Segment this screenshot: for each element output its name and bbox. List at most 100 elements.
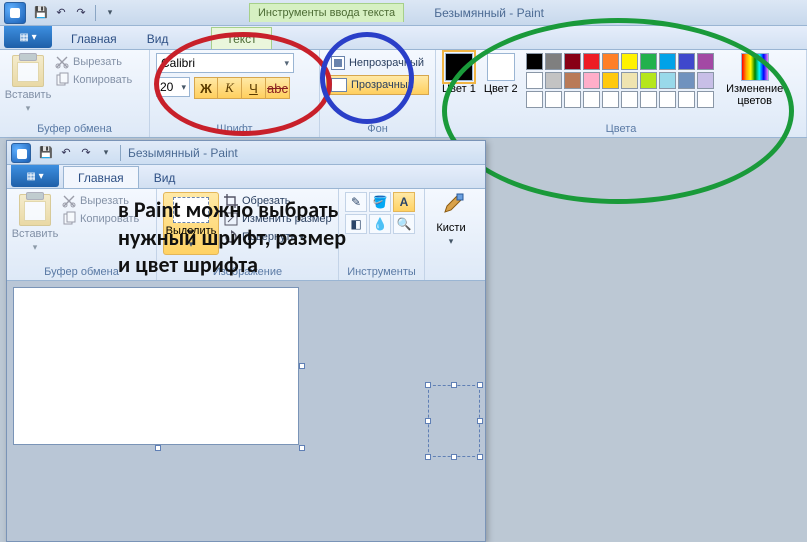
font-size-value: 20: [160, 80, 173, 94]
palette-color[interactable]: [678, 72, 695, 89]
palette-empty-slot[interactable]: [564, 91, 581, 108]
text-line-1: в Paint можно выбрать: [118, 196, 346, 224]
undo-icon[interactable]: ↶: [57, 144, 75, 162]
edit-colors-label: Изменение цветов: [722, 83, 788, 107]
palette-empty-slot[interactable]: [659, 91, 676, 108]
bold-button[interactable]: Ж: [194, 77, 218, 99]
edit-colors-button[interactable]: Изменение цветов: [722, 53, 788, 107]
font-family-combo[interactable]: Calibri ▾: [156, 53, 294, 73]
font-family-value: Calibri: [161, 56, 195, 70]
palette-color[interactable]: [659, 72, 676, 89]
palette-color[interactable]: [602, 72, 619, 89]
inner-title-bar: 💾 ↶ ↷ ▾ Безымянный - Paint: [7, 141, 485, 165]
palette-color[interactable]: [659, 53, 676, 70]
app-menu-button[interactable]: [11, 143, 31, 163]
redo-icon[interactable]: ↷: [72, 4, 90, 22]
palette-color[interactable]: [526, 72, 543, 89]
canvas-handle[interactable]: [299, 445, 305, 451]
paste-button[interactable]: Вставить ▾: [6, 53, 50, 114]
palette-color[interactable]: [640, 53, 657, 70]
palette-color[interactable]: [583, 53, 600, 70]
palette-color[interactable]: [526, 53, 543, 70]
tab-home[interactable]: Главная: [63, 166, 139, 188]
font-size-combo[interactable]: 20 ▾: [156, 77, 190, 97]
canvas-handle[interactable]: [299, 363, 305, 369]
palette-color[interactable]: [545, 53, 562, 70]
canvas-handle[interactable]: [155, 445, 161, 451]
chevron-down-icon: ▾: [284, 58, 289, 69]
palette-color[interactable]: [583, 72, 600, 89]
save-icon[interactable]: 💾: [32, 4, 50, 22]
paste-button[interactable]: Вставить ▾: [13, 192, 57, 253]
copy-label: Копировать: [73, 74, 132, 86]
palette-empty-slot[interactable]: [621, 91, 638, 108]
tab-text[interactable]: Текст: [211, 27, 271, 49]
tab-view[interactable]: Вид: [139, 166, 191, 188]
group-background-label: Фон: [326, 121, 429, 137]
handle[interactable]: [477, 382, 483, 388]
canvas[interactable]: [13, 287, 299, 445]
palette-color[interactable]: [640, 72, 657, 89]
palette-empty-slot[interactable]: [678, 91, 695, 108]
palette-color[interactable]: [697, 72, 714, 89]
palette-empty-slot[interactable]: [697, 91, 714, 108]
tab-view[interactable]: Вид: [132, 27, 184, 49]
picker-tool[interactable]: 💧: [369, 214, 391, 234]
text-box-selection[interactable]: [428, 385, 480, 457]
ribbon: Вставить ▾ Вырезать Копировать Буфер обм…: [0, 50, 807, 138]
redo-icon[interactable]: ↷: [77, 144, 95, 162]
undo-icon[interactable]: ↶: [52, 4, 70, 22]
qat-customize-icon[interactable]: ▾: [101, 4, 119, 22]
cut-button[interactable]: Вырезать: [54, 53, 132, 71]
separator: [95, 5, 96, 21]
palette-color[interactable]: [697, 53, 714, 70]
color2-slot[interactable]: Цвет 2: [484, 53, 518, 95]
pencil-tool[interactable]: ✎: [345, 192, 367, 212]
tab-home[interactable]: Главная: [56, 27, 132, 49]
text-line-3: и цвет шрифта: [118, 251, 346, 279]
palette-color[interactable]: [678, 53, 695, 70]
handle[interactable]: [451, 382, 457, 388]
handle[interactable]: [477, 454, 483, 460]
color-palette: [526, 53, 714, 108]
strike-button[interactable]: abc: [266, 77, 290, 99]
palette-empty-slot[interactable]: [526, 91, 543, 108]
italic-button[interactable]: К: [218, 77, 242, 99]
underline-button[interactable]: Ч: [242, 77, 266, 99]
handle[interactable]: [425, 454, 431, 460]
canvas-area: [7, 281, 485, 541]
app-menu-button[interactable]: [4, 2, 26, 24]
fill-tool[interactable]: 🪣: [369, 192, 391, 212]
palette-color[interactable]: [621, 72, 638, 89]
inner-ribbon-tabs: Главная Вид: [7, 165, 485, 189]
brushes-label: Кисти: [436, 222, 465, 234]
text-tool[interactable]: A: [393, 192, 415, 212]
palette-color[interactable]: [545, 72, 562, 89]
handle[interactable]: [425, 382, 431, 388]
palette-color[interactable]: [564, 53, 581, 70]
palette-empty-slot[interactable]: [602, 91, 619, 108]
handle[interactable]: [477, 418, 483, 424]
file-menu-tab[interactable]: ▦ ▾: [11, 165, 59, 187]
copy-button[interactable]: Копировать: [54, 71, 132, 89]
file-menu-tab[interactable]: ▦ ▾: [4, 26, 52, 48]
eraser-tool[interactable]: ◧: [345, 214, 367, 234]
palette-color[interactable]: [621, 53, 638, 70]
handle[interactable]: [451, 454, 457, 460]
opaque-option[interactable]: Непрозрачный: [326, 53, 429, 73]
palette-color[interactable]: [602, 53, 619, 70]
palette-color[interactable]: [564, 72, 581, 89]
entered-text[interactable]: в Paint можно выбрать нужный шрифт, разм…: [118, 196, 346, 279]
zoom-tool[interactable]: 🔍: [393, 214, 415, 234]
opaque-icon: [331, 56, 345, 70]
palette-empty-slot[interactable]: [545, 91, 562, 108]
handle[interactable]: [425, 418, 431, 424]
save-icon[interactable]: 💾: [37, 144, 55, 162]
palette-empty-slot[interactable]: [640, 91, 657, 108]
color1-label: Цвет 1: [442, 83, 476, 95]
palette-empty-slot[interactable]: [583, 91, 600, 108]
color1-slot[interactable]: Цвет 1: [442, 53, 476, 95]
transparent-option[interactable]: Прозрачный: [326, 75, 429, 95]
brushes-button[interactable]: Кисти ▾: [431, 192, 471, 247]
qat-customize-icon[interactable]: ▾: [97, 144, 115, 162]
